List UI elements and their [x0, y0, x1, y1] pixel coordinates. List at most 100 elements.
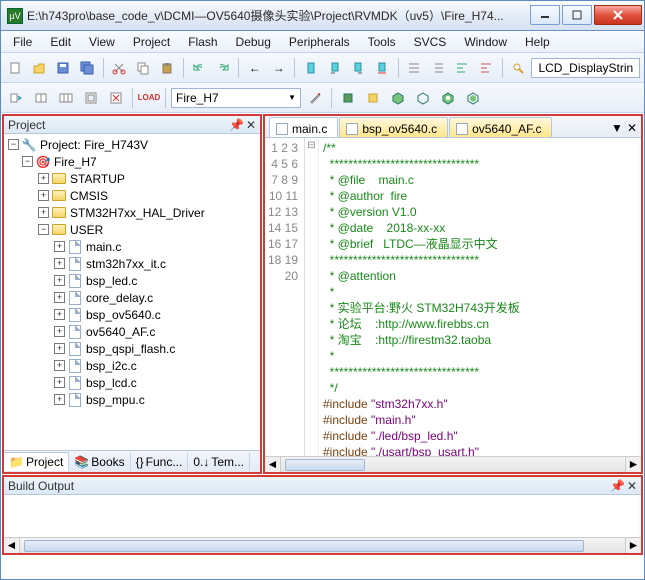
- tree-group[interactable]: STM32H7xx_HAL_Driver: [70, 206, 205, 220]
- menu-window[interactable]: Window: [456, 33, 515, 51]
- tree-project-root[interactable]: Project: Fire_H743V: [40, 138, 148, 152]
- comment-icon[interactable]: [452, 57, 473, 79]
- translate-icon[interactable]: [5, 87, 27, 109]
- tab-templates[interactable]: 0.↓Tem...: [188, 453, 250, 471]
- options-icon[interactable]: [304, 87, 326, 109]
- collapse-icon[interactable]: −: [22, 156, 33, 167]
- download-icon[interactable]: LOAD: [138, 87, 160, 109]
- menu-file[interactable]: File: [5, 33, 40, 51]
- expand-icon[interactable]: +: [38, 190, 49, 201]
- build-icon[interactable]: [30, 87, 52, 109]
- menu-debug[interactable]: Debug: [228, 33, 279, 51]
- project-tree[interactable]: −🔧Project: Fire_H743V −🎯Fire_H7 +STARTUP…: [4, 134, 260, 450]
- pin-icon[interactable]: 📌: [229, 118, 244, 132]
- tree-group[interactable]: STARTUP: [70, 172, 125, 186]
- save-all-icon[interactable]: [77, 57, 98, 79]
- bookmark-prev-icon[interactable]: [324, 57, 345, 79]
- menu-view[interactable]: View: [81, 33, 123, 51]
- editor-tab-main[interactable]: main.c: [269, 117, 338, 137]
- find-icon[interactable]: [508, 57, 529, 79]
- expand-icon[interactable]: +: [54, 309, 65, 320]
- code-text[interactable]: /** ******************************** * @…: [319, 138, 641, 456]
- minimize-button[interactable]: [530, 5, 560, 25]
- new-file-icon[interactable]: [5, 57, 26, 79]
- menu-peripherals[interactable]: Peripherals: [281, 33, 358, 51]
- tree-file[interactable]: bsp_ov5640.c: [86, 308, 161, 322]
- save-icon[interactable]: [53, 57, 74, 79]
- tab-books[interactable]: 📚Books: [69, 453, 130, 471]
- cut-icon[interactable]: [109, 57, 130, 79]
- tab-project[interactable]: 📁Project: [4, 452, 69, 471]
- collapse-icon[interactable]: −: [8, 139, 19, 150]
- outdent-icon[interactable]: [428, 57, 449, 79]
- expand-icon[interactable]: +: [54, 292, 65, 303]
- expand-icon[interactable]: +: [54, 275, 65, 286]
- collapse-icon[interactable]: −: [38, 224, 49, 235]
- tree-target[interactable]: Fire_H7: [54, 155, 97, 169]
- expand-icon[interactable]: +: [54, 343, 65, 354]
- tree-file[interactable]: ov5640_AF.c: [86, 325, 155, 339]
- undo-icon[interactable]: [188, 57, 209, 79]
- pack4-icon[interactable]: [462, 87, 484, 109]
- pin-icon[interactable]: 📌: [610, 479, 625, 493]
- rebuild-icon[interactable]: [55, 87, 77, 109]
- tree-file[interactable]: stm32h7xx_it.c: [86, 257, 166, 271]
- close-panel-icon[interactable]: ✕: [246, 118, 256, 132]
- expand-icon[interactable]: +: [54, 241, 65, 252]
- pack3-icon[interactable]: [437, 87, 459, 109]
- forward-icon[interactable]: →: [268, 57, 289, 79]
- expand-icon[interactable]: +: [54, 394, 65, 405]
- manage-icon[interactable]: [337, 87, 359, 109]
- tab-close-icon[interactable]: ✕: [627, 121, 637, 135]
- stop-build-icon[interactable]: [105, 87, 127, 109]
- redo-icon[interactable]: [212, 57, 233, 79]
- tab-functions[interactable]: {} Func...: [131, 453, 189, 471]
- bookmark-next-icon[interactable]: [348, 57, 369, 79]
- close-panel-icon[interactable]: ✕: [627, 479, 637, 493]
- fold-column[interactable]: ⊟: [305, 138, 319, 456]
- build-output-body[interactable]: [4, 495, 641, 537]
- editor-tab[interactable]: ov5640_AF.c: [449, 117, 552, 137]
- tree-file[interactable]: bsp_led.c: [86, 274, 137, 288]
- menu-edit[interactable]: Edit: [42, 33, 79, 51]
- uncomment-icon[interactable]: [476, 57, 497, 79]
- target-select[interactable]: Fire_H7▼: [171, 88, 301, 108]
- expand-icon[interactable]: +: [54, 377, 65, 388]
- expand-icon[interactable]: +: [38, 207, 49, 218]
- editor-tab[interactable]: bsp_ov5640.c: [339, 117, 448, 137]
- menu-tools[interactable]: Tools: [360, 33, 404, 51]
- horizontal-scrollbar[interactable]: ◄ ►: [265, 456, 641, 472]
- tree-group[interactable]: USER: [70, 223, 103, 237]
- pack-icon[interactable]: [387, 87, 409, 109]
- bookmark-clear-icon[interactable]: [372, 57, 393, 79]
- expand-icon[interactable]: +: [38, 173, 49, 184]
- find-combo[interactable]: LCD_DisplayStrin: [531, 58, 640, 78]
- batch-build-icon[interactable]: [80, 87, 102, 109]
- expand-icon[interactable]: +: [54, 258, 65, 269]
- tab-menu-icon[interactable]: ▼: [611, 121, 623, 135]
- copy-icon[interactable]: [133, 57, 154, 79]
- build-scrollbar[interactable]: ◄ ►: [4, 537, 641, 553]
- bookmark-icon[interactable]: [300, 57, 321, 79]
- pack2-icon[interactable]: [412, 87, 434, 109]
- expand-icon[interactable]: +: [54, 326, 65, 337]
- code-area[interactable]: 1 2 3 4 5 6 7 8 9 10 11 12 13 14 15 16 1…: [265, 138, 641, 456]
- scrollbar-thumb[interactable]: [24, 540, 584, 552]
- menu-svcs[interactable]: SVCS: [406, 33, 455, 51]
- close-button[interactable]: [594, 5, 642, 25]
- tree-file[interactable]: bsp_mpu.c: [86, 393, 145, 407]
- tree-group[interactable]: CMSIS: [70, 189, 108, 203]
- tree-file[interactable]: main.c: [86, 240, 121, 254]
- expand-icon[interactable]: +: [54, 360, 65, 371]
- tree-file[interactable]: bsp_i2c.c: [86, 359, 137, 373]
- tree-file[interactable]: bsp_lcd.c: [86, 376, 137, 390]
- tree-file[interactable]: bsp_qspi_flash.c: [86, 342, 175, 356]
- tree-file[interactable]: core_delay.c: [86, 291, 153, 305]
- scrollbar-thumb[interactable]: [285, 459, 365, 471]
- menu-help[interactable]: Help: [517, 33, 558, 51]
- maximize-button[interactable]: [562, 5, 592, 25]
- menu-project[interactable]: Project: [125, 33, 178, 51]
- paste-icon[interactable]: [157, 57, 178, 79]
- open-icon[interactable]: [29, 57, 50, 79]
- menu-flash[interactable]: Flash: [180, 33, 225, 51]
